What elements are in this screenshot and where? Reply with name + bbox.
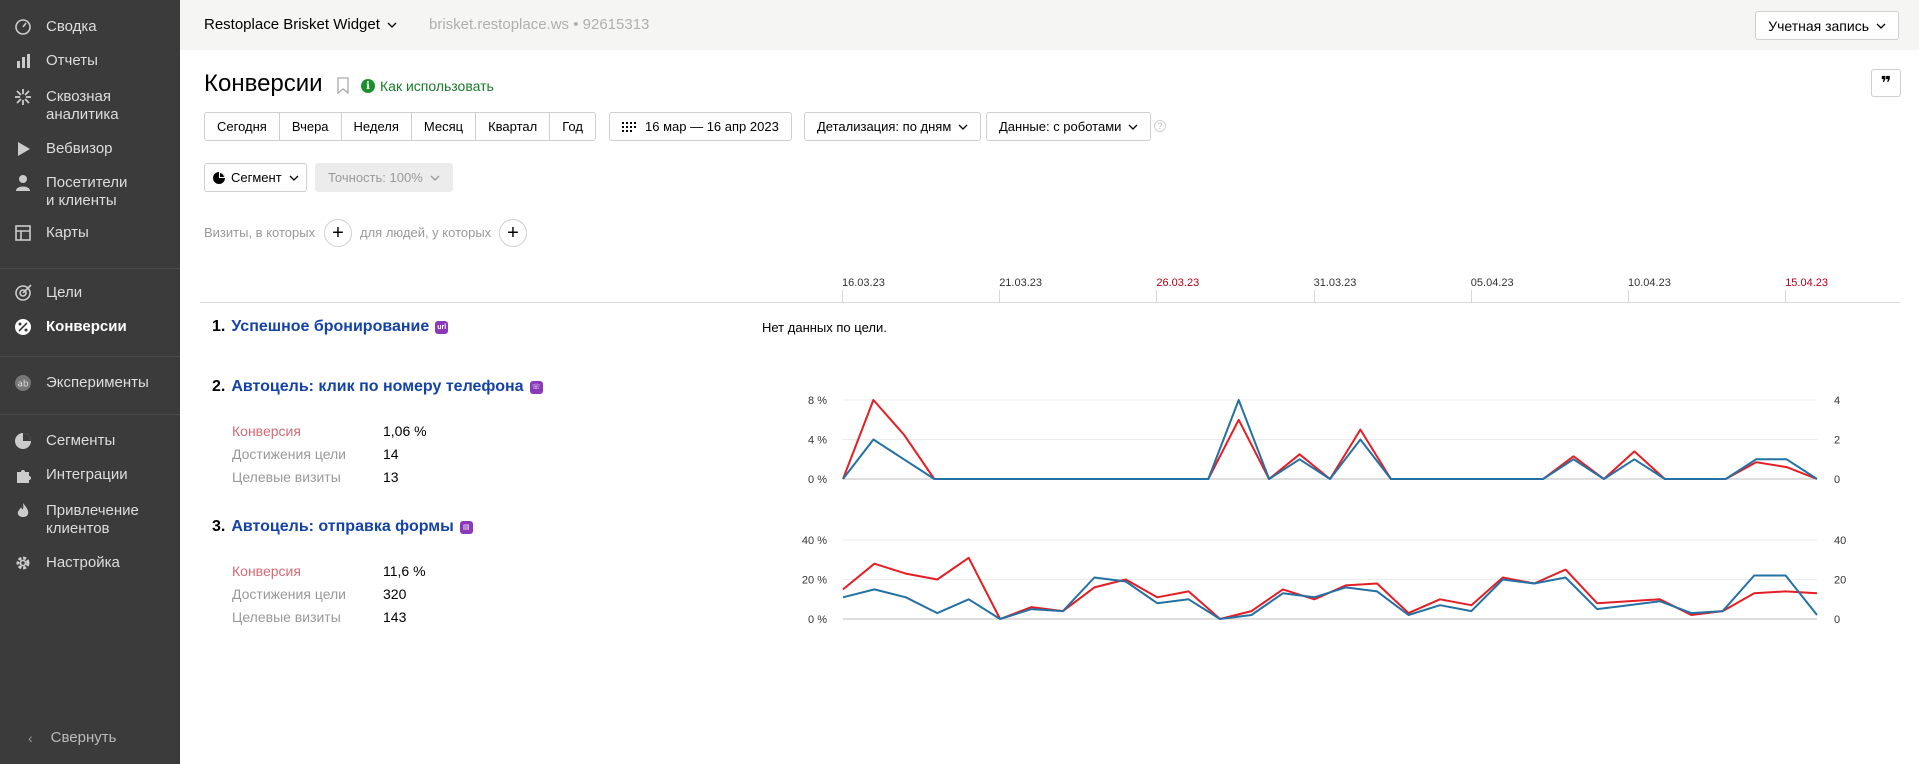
right-axis-tick: 4 bbox=[1834, 395, 1840, 407]
right-axis-tick: 0 bbox=[1834, 614, 1840, 626]
right-axis-tick: 20 bbox=[1834, 575, 1846, 587]
left-axis-tick: 8 % bbox=[808, 395, 827, 407]
series-line-0 bbox=[842, 556, 1818, 620]
left-axis-tick: 4 % bbox=[808, 435, 827, 447]
right-axis-tick: 2 bbox=[1834, 435, 1840, 447]
right-axis-tick: 0 bbox=[1834, 474, 1840, 486]
conversion-charts: 0 % 04 % 28 % 40 % 020 % 2040 % 40 bbox=[802, 395, 1846, 626]
left-axis-tick: 0 % bbox=[808, 474, 827, 486]
left-axis-tick: 20 % bbox=[802, 575, 827, 587]
left-axis-tick: 40 % bbox=[802, 535, 827, 547]
left-axis-tick: 0 % bbox=[808, 614, 827, 626]
right-axis-tick: 40 bbox=[1834, 535, 1846, 547]
